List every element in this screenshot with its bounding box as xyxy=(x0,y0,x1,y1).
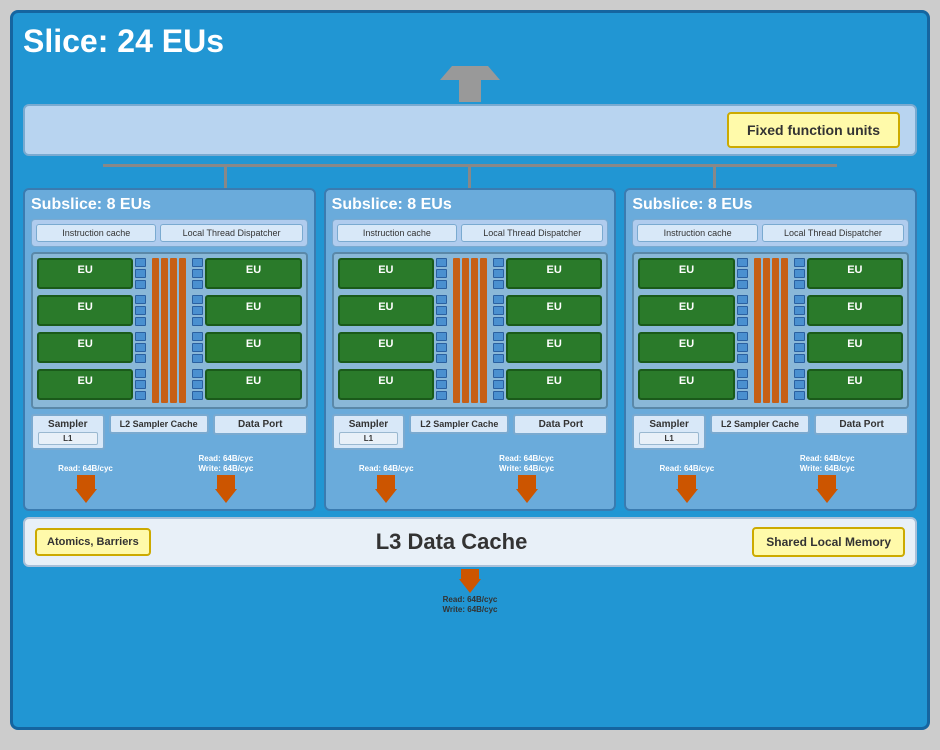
eu-row: EU xyxy=(37,258,146,289)
data-port-3: Data Port xyxy=(814,414,909,435)
top-bar: Fixed function units xyxy=(23,104,917,156)
eu-box: EU xyxy=(37,332,133,363)
subslice-3-title: Subslice: 8 EUs xyxy=(632,196,909,214)
eu-box: EU xyxy=(205,295,301,326)
subslices-row: Subslice: 8 EUs Instruction cache Local … xyxy=(23,188,917,511)
subslice-1-eu-col-left: EU EU xyxy=(37,258,146,403)
main-container: Slice: 24 EUs Fixed function units xyxy=(10,10,930,730)
subslice-1-header: Instruction cache Local Thread Dispatche… xyxy=(31,219,308,247)
eu-row: EU xyxy=(192,258,301,289)
eu-box: EU xyxy=(205,258,301,289)
subslice-1-instr-cache: Instruction cache xyxy=(36,224,156,242)
bottom-area: Atomics, Barriers L3 Data Cache Shared L… xyxy=(23,517,917,567)
eu-row: EU xyxy=(192,295,301,326)
subslice-2-bottom: Sampler L1 L2 Sampler Cache Data Port xyxy=(332,414,609,450)
atomics-box: Atomics, Barriers xyxy=(35,528,151,556)
eu-row: EU xyxy=(192,332,301,363)
eu-box: EU xyxy=(37,258,133,289)
bw-arrows-2: Read: 64B/cyc Read: 64B/cycWrite: 64B/cy… xyxy=(332,454,609,503)
connector-lines xyxy=(23,164,917,188)
slice-title: Slice: 24 EUs xyxy=(23,23,917,60)
subslice-2-title: Subslice: 8 EUs xyxy=(332,196,609,214)
subslice-1-eu-col-right: EU EU xyxy=(192,258,301,403)
subslice-1-bottom: Sampler L1 L2 Sampler Cache Data Port xyxy=(31,414,308,450)
l2-sampler-1: L2 Sampler Cache xyxy=(109,414,209,434)
subslice-2-header: Instruction cache Local Thread Dispatche… xyxy=(332,219,609,247)
top-connector xyxy=(23,66,917,102)
l2-sampler-3: L2 Sampler Cache xyxy=(710,414,810,434)
subslice-1-eu-area: EU EU xyxy=(31,252,308,409)
l2-sampler-2: L2 Sampler Cache xyxy=(409,414,509,434)
subslice-3-instr-cache: Instruction cache xyxy=(637,224,757,242)
data-port-2: Data Port xyxy=(513,414,608,435)
eu-row: EU xyxy=(37,369,146,400)
subslice-2-thread-dispatcher: Local Thread Dispatcher xyxy=(461,224,603,242)
subslice-2-eu-area: EU EU EU EU EU EU EU EU xyxy=(332,252,609,409)
subslice-3-eu-area: EU EU EU EU EU EU EU EU xyxy=(632,252,909,409)
subslice-2: Subslice: 8 EUs Instruction cache Local … xyxy=(324,188,617,511)
subslice-3: Subslice: 8 EUs Instruction cache Local … xyxy=(624,188,917,511)
slm-box: Shared Local Memory xyxy=(752,527,905,557)
eu-box: EU xyxy=(37,369,133,400)
bottom-center-arrow: Read: 64B/cyc Write: 64B/cyc xyxy=(23,569,917,616)
sampler-section-1: Sampler L1 xyxy=(31,414,105,450)
orange-connectors-1 xyxy=(152,258,186,403)
subslice-2-instr-cache: Instruction cache xyxy=(337,224,457,242)
subslice-1-title: Subslice: 8 EUs xyxy=(31,196,308,214)
eu-box: EU xyxy=(37,295,133,326)
data-port-1: Data Port xyxy=(213,414,308,435)
subslice-1-thread-dispatcher: Local Thread Dispatcher xyxy=(160,224,302,242)
subslice-3-thread-dispatcher: Local Thread Dispatcher xyxy=(762,224,904,242)
eu-box: EU xyxy=(205,369,301,400)
bw-arrows-3: Read: 64B/cyc Read: 64B/cycWrite: 64B/cy… xyxy=(632,454,909,503)
subslice-3-header: Instruction cache Local Thread Dispatche… xyxy=(632,219,909,247)
eu-row: EU xyxy=(192,369,301,400)
fixed-function-box: Fixed function units xyxy=(727,112,900,148)
l3-label: L3 Data Cache xyxy=(161,529,743,555)
eu-row: EU xyxy=(37,295,146,326)
eu-row: EU xyxy=(37,332,146,363)
bw-arrows-1: Read: 64B/cyc Read: 64B/cycWrite: 64B/cy… xyxy=(31,454,308,503)
subslice-1: Subslice: 8 EUs Instruction cache Local … xyxy=(23,188,316,511)
eu-box: EU xyxy=(205,332,301,363)
subslice-3-bottom: Sampler L1 L2 Sampler Cache Data Port xyxy=(632,414,909,450)
